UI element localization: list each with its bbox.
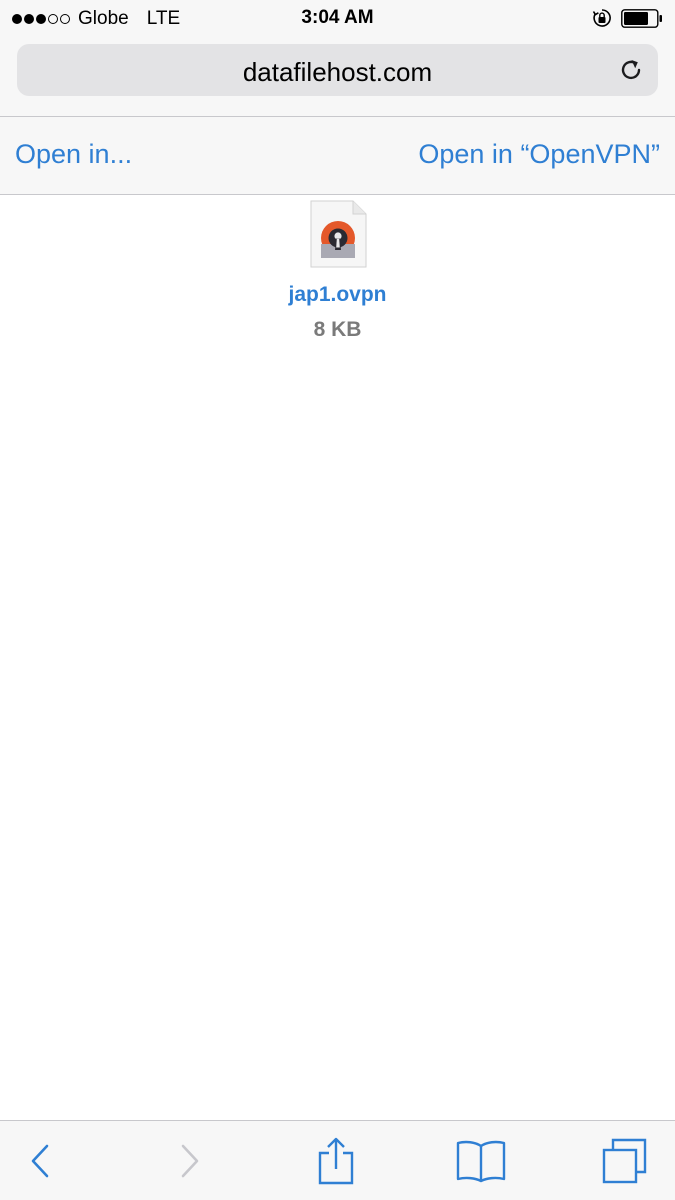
battery-icon [621,8,662,28]
file-name[interactable]: jap1.ovpn [0,283,675,307]
bookmarks-button[interactable] [441,1121,521,1200]
open-in-bar: Open in... Open in “OpenVPN” [0,117,675,195]
address-bar-area: datafilehost.com [0,38,675,117]
back-button[interactable] [0,1121,80,1200]
tabs-icon [602,1138,647,1183]
status-time: 3:04 AM [301,7,374,28]
status-right [592,8,663,28]
bottom-toolbar [0,1120,675,1200]
tabs-button[interactable] [585,1121,665,1200]
address-field[interactable]: datafilehost.com [17,44,658,96]
bookmarks-icon [456,1140,506,1182]
reload-icon[interactable] [618,57,644,83]
open-in-button[interactable]: Open in... [15,139,132,170]
forward-chevron-icon [181,1144,199,1177]
url-text[interactable]: datafilehost.com [17,57,658,88]
back-chevron-icon [31,1144,49,1177]
openvpn-file-icon [310,200,367,268]
share-button[interactable] [296,1121,376,1200]
forward-button[interactable] [150,1121,230,1200]
orientation-lock-icon [592,9,611,27]
status-bar: Globe LTE 3:04 AM [0,0,675,38]
file-size: 8 KB [313,318,362,341]
share-icon [318,1137,354,1184]
open-in-openvpn-button[interactable]: Open in “OpenVPN” [418,139,660,170]
